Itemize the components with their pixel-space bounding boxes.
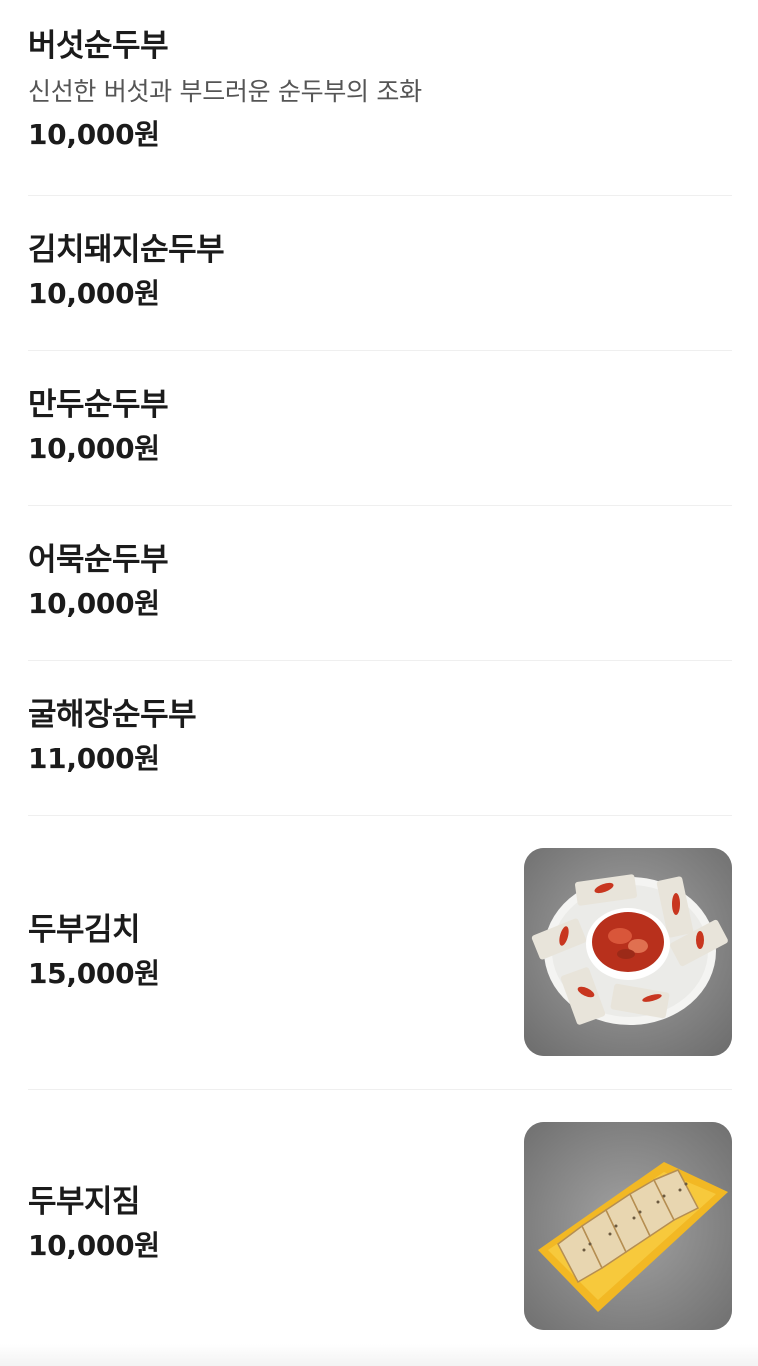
tofu-kimchi-photo[interactable]	[524, 848, 732, 1056]
menu-item-text: 어묵순두부 10,000원	[28, 540, 169, 622]
menu-item-tofu-kimchi[interactable]: 두부김치 15,000원	[28, 816, 732, 1090]
menu-list: 버섯순두부 신선한 버섯과 부드러운 순두부의 조화 10,000원 김치돼지순…	[0, 0, 758, 1366]
item-price: 10,000원	[28, 118, 160, 151]
item-name: 만두순두부	[28, 387, 169, 423]
item-name: 김치돼지순두부	[28, 232, 225, 268]
item-price: 10,000원	[28, 1229, 160, 1262]
menu-item-oyster-sundubu[interactable]: 굴해장순두부 11,000원	[28, 661, 732, 816]
menu-item-text: 김치돼지순두부 10,000원	[28, 230, 225, 312]
menu-item-text: 굴해장순두부 11,000원	[28, 695, 197, 777]
item-price: 10,000원	[28, 587, 160, 620]
menu-item-kimchi-pork-sundubu[interactable]: 김치돼지순두부 10,000원	[28, 196, 732, 351]
item-name: 두부지짐	[28, 1184, 141, 1220]
pan-fried-tofu-image	[524, 1122, 732, 1330]
menu-item-text: 두부지짐 10,000원	[28, 1182, 160, 1264]
menu-item-fishcake-sundubu[interactable]: 어묵순두부 10,000원	[28, 506, 732, 661]
item-price: 10,000원	[28, 277, 160, 310]
item-name: 두부김치	[28, 912, 141, 948]
menu-item-text: 두부김치 15,000원	[28, 910, 160, 992]
item-price: 15,000원	[28, 957, 160, 990]
menu-item-pan-fried-tofu[interactable]: 두부지짐 10,000원	[28, 1090, 732, 1364]
menu-item-text: 버섯순두부 신선한 버섯과 부드러운 순두부의 조화 10,000원	[28, 26, 422, 153]
item-name: 버섯순두부	[28, 28, 169, 64]
bottom-fade	[0, 1344, 758, 1366]
item-price: 10,000원	[28, 432, 160, 465]
item-name: 어묵순두부	[28, 542, 169, 578]
item-name: 굴해장순두부	[28, 697, 197, 733]
menu-item-mushroom-sundubu[interactable]: 버섯순두부 신선한 버섯과 부드러운 순두부의 조화 10,000원	[28, 0, 732, 196]
item-description: 신선한 버섯과 부드러운 순두부의 조화	[28, 77, 422, 106]
menu-item-text: 만두순두부 10,000원	[28, 385, 169, 467]
tofu-kimchi-image	[524, 848, 732, 1056]
item-price: 11,000원	[28, 742, 160, 775]
pan-fried-tofu-photo[interactable]	[524, 1122, 732, 1330]
menu-item-dumpling-sundubu[interactable]: 만두순두부 10,000원	[28, 351, 732, 506]
